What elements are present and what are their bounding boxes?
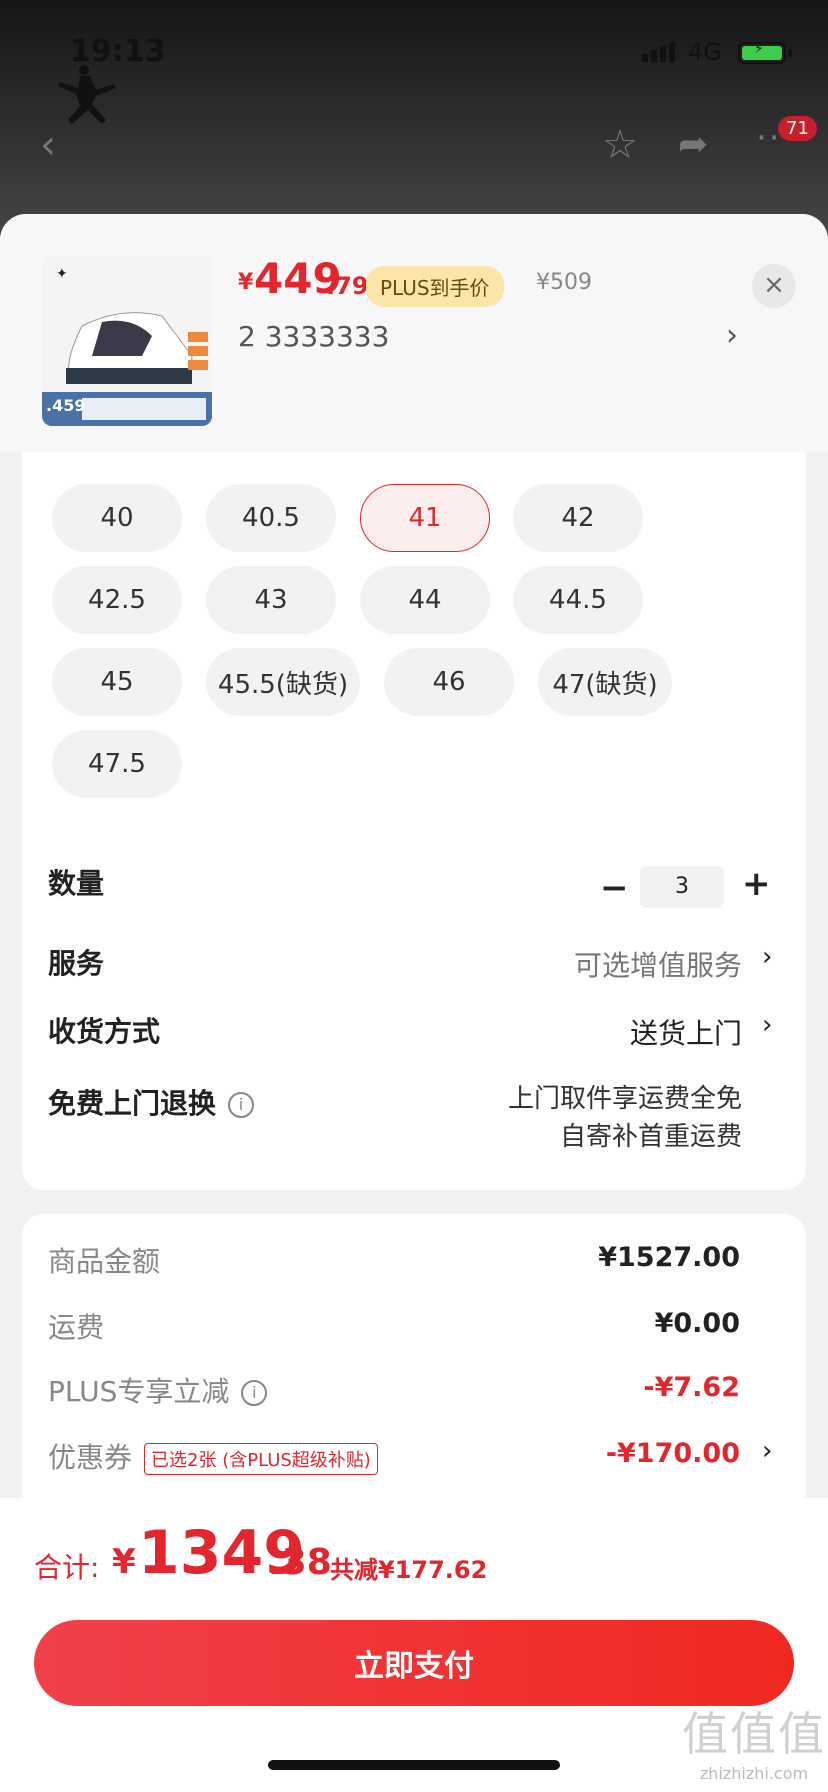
returns-line-1: 上门取件享运费全免 bbox=[507, 1084, 742, 1114]
total-savings: 共减¥177.62 bbox=[330, 1556, 488, 1584]
price-symbol: ¥ bbox=[238, 270, 254, 295]
fees-card: 商品金额 ¥1527.00 运费 ¥0.00 PLUS专享立减 i -¥7.62 … bbox=[22, 1214, 806, 1514]
thumbnail-price: .459 bbox=[46, 396, 86, 415]
watermark-logo: 值值值 bbox=[682, 1707, 826, 1761]
total-symbol: ¥ bbox=[112, 1542, 136, 1582]
purchase-sheet: ✦ .459 ¥ 449 .79 PLUS到手价 ¥509 2 3333333 … bbox=[0, 214, 828, 1792]
goods-amount-label: 商品金额 bbox=[48, 1245, 161, 1278]
original-price: ¥509 bbox=[536, 270, 592, 295]
product-header: ✦ .459 ¥ 449 .79 PLUS到手价 ¥509 2 3333333 … bbox=[0, 214, 828, 452]
watermark-text: zhizhizhi.com bbox=[699, 1764, 809, 1783]
checkout-bar: 合计: ¥ 1349 .38 共减¥177.62 立即支付 值值值 zhizhi… bbox=[0, 1498, 828, 1792]
size-option-47[interactable]: 47(缺货) bbox=[538, 648, 672, 716]
pay-now-button[interactable]: 立即支付 bbox=[34, 1620, 794, 1706]
coupon-label-text: 优惠券 bbox=[48, 1441, 133, 1474]
returns-label: 免费上门退换 i bbox=[48, 1082, 255, 1122]
quantity-plus-button[interactable]: + bbox=[742, 864, 771, 904]
price-decimal: .79 bbox=[326, 272, 369, 300]
chevron-right-icon[interactable]: › bbox=[762, 942, 772, 972]
size-option-44[interactable]: 44 bbox=[360, 566, 490, 634]
plus-discount-label: PLUS专享立减 i bbox=[48, 1370, 268, 1410]
home-indicator bbox=[268, 1760, 560, 1770]
battery-icon bbox=[738, 41, 786, 64]
total-label: 合计: bbox=[34, 1551, 100, 1584]
info-icon[interactable]: i bbox=[228, 1092, 255, 1118]
size-option-46[interactable]: 46 bbox=[384, 648, 514, 716]
size-option-43[interactable]: 43 bbox=[206, 566, 336, 634]
options-card: 40 40.5 41 42 42.5 43 44 44.5 45 45.5(缺货) 46 47(缺货)… bbox=[22, 452, 806, 1190]
returns-line-2: 自寄补首重运费 bbox=[559, 1122, 742, 1152]
size-option-44.5[interactable]: 44.5 bbox=[513, 566, 643, 634]
delivery-value[interactable]: 送货上门 bbox=[630, 1012, 742, 1052]
size-option-40[interactable]: 40 bbox=[52, 484, 182, 552]
size-option-41[interactable]: 41 bbox=[360, 484, 490, 552]
size-option-47.5[interactable]: 47.5 bbox=[52, 730, 182, 798]
network-label: 4G bbox=[688, 38, 722, 66]
status-bar: 19:13 4G bbox=[0, 34, 828, 74]
returns-label-text: 免费上门退换 bbox=[48, 1087, 217, 1120]
total-decimal: .38 bbox=[268, 1542, 332, 1583]
plus-discount-value: -¥7.62 bbox=[643, 1372, 740, 1403]
more-badge: 71 bbox=[778, 116, 817, 141]
svg-text:✦: ✦ bbox=[56, 266, 68, 282]
quantity-minus-button[interactable]: − bbox=[600, 868, 629, 908]
goods-amount-value: ¥1527.00 bbox=[598, 1242, 740, 1273]
quantity-input[interactable]: 3 bbox=[640, 866, 724, 908]
plus-price-badge: PLUS到手价 bbox=[366, 266, 504, 307]
size-option-42[interactable]: 42 bbox=[513, 484, 643, 552]
close-button[interactable]: × bbox=[752, 264, 796, 308]
coupon-value[interactable]: -¥170.00 bbox=[606, 1438, 740, 1469]
star-icon[interactable]: ☆ bbox=[602, 122, 638, 168]
returns-info: 上门取件享运费全免 自寄补首重运费 bbox=[508, 1080, 742, 1156]
battery-cap bbox=[788, 49, 792, 57]
size-option-45[interactable]: 45 bbox=[52, 648, 182, 716]
share-icon[interactable]: ➦ bbox=[678, 124, 708, 165]
product-thumbnail[interactable]: ✦ .459 bbox=[42, 256, 212, 426]
service-label: 服务 bbox=[48, 947, 105, 980]
signal-icon bbox=[642, 42, 675, 62]
coupon-label[interactable]: 优惠券 已选2张 (含PLUS超级补贴) bbox=[48, 1436, 378, 1476]
size-option-40.5[interactable]: 40.5 bbox=[206, 484, 336, 552]
chevron-right-icon[interactable]: › bbox=[762, 1436, 772, 1466]
chevron-right-icon[interactable]: › bbox=[762, 1010, 772, 1040]
info-icon[interactable]: i bbox=[241, 1380, 268, 1406]
selected-spec[interactable]: 2 3333333 bbox=[238, 320, 389, 353]
quantity-label: 数量 bbox=[48, 867, 105, 900]
size-option-42.5[interactable]: 42.5 bbox=[52, 566, 182, 634]
jordan-logo bbox=[58, 65, 116, 124]
service-value[interactable]: 可选增值服务 bbox=[574, 944, 742, 984]
back-icon[interactable]: ‹ bbox=[40, 122, 56, 168]
size-option-45.5[interactable]: 45.5(缺货) bbox=[206, 648, 360, 716]
shipping-value: ¥0.00 bbox=[654, 1308, 740, 1339]
coupon-tag: 已选2张 (含PLUS超级补贴) bbox=[144, 1443, 378, 1475]
shipping-label: 运费 bbox=[48, 1311, 105, 1344]
watermark: 值值值 zhizhizhi.com bbox=[680, 1698, 828, 1783]
chevron-right-icon[interactable]: › bbox=[726, 318, 738, 353]
delivery-label: 收货方式 bbox=[48, 1015, 161, 1048]
plus-discount-text: PLUS专享立减 bbox=[48, 1375, 230, 1408]
